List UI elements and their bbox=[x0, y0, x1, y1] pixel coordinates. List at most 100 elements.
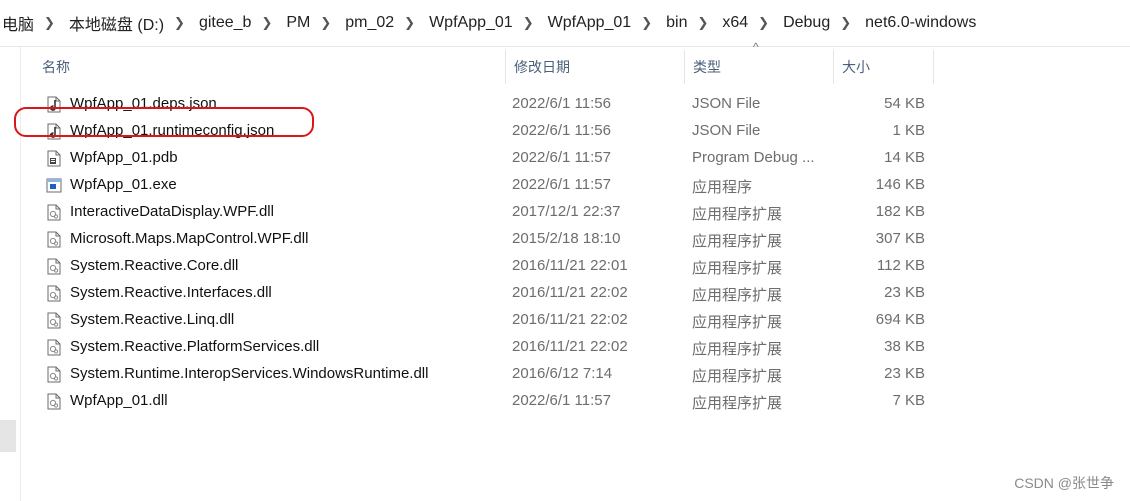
dll-file-icon bbox=[46, 393, 62, 410]
file-type: Program Debug ... bbox=[692, 149, 815, 166]
dll-file-icon bbox=[46, 258, 62, 275]
chevron-right-icon[interactable]: ❯ bbox=[834, 15, 863, 31]
file-size: 307 KB bbox=[875, 230, 925, 247]
chevron-right-icon[interactable]: ❯ bbox=[255, 15, 284, 31]
dll-file-icon bbox=[46, 312, 62, 329]
breadcrumb: 电脑 ❯ 本地磁盘 (D:) ❯ gitee_b ❯ PM ❯ pm_02 ❯ WpfApp_01 ❯… bbox=[0, 0, 1130, 47]
file-list: WpfApp_01.deps.json 2022/6/1 11:56 JSON Fi… bbox=[0, 91, 1130, 415]
file-size: 23 KB bbox=[884, 284, 925, 301]
chevron-right-icon[interactable]: ❯ bbox=[398, 15, 427, 31]
chevron-right-icon[interactable]: ❯ bbox=[635, 15, 664, 31]
file-row[interactable]: System.Reactive.Linq.dll 2016/11/21 22:02… bbox=[0, 307, 1130, 334]
file-modified-date: 2022/6/1 11:56 bbox=[512, 95, 611, 112]
file-type: 应用程序扩展 bbox=[692, 314, 783, 331]
file-size: 694 KB bbox=[875, 311, 925, 328]
breadcrumb-item-label: pm_02 bbox=[345, 14, 395, 31]
file-modified-date: 2016/6/12 7:14 bbox=[512, 365, 613, 382]
highlight-annotation bbox=[14, 107, 314, 137]
file-type: 应用程序扩展 bbox=[692, 233, 783, 250]
file-row[interactable]: Microsoft.Maps.MapControl.WPF.dll 2015/2/… bbox=[0, 226, 1130, 253]
file-size: 54 KB bbox=[884, 95, 925, 112]
file-row[interactable]: System.Reactive.Core.dll 2016/11/21 22:01… bbox=[0, 253, 1130, 280]
file-name: System.Reactive.PlatformServices.dll bbox=[70, 338, 320, 355]
file-modified-date: 2022/6/1 11:57 bbox=[512, 176, 611, 193]
breadcrumb-item[interactable]: Debug ❯ bbox=[781, 14, 863, 32]
file-name: WpfApp_01.pdb bbox=[70, 149, 178, 166]
breadcrumb-item[interactable]: x64 ❯ bbox=[720, 14, 781, 32]
file-name: WpfApp_01.exe bbox=[70, 176, 177, 193]
column-header-date[interactable]: 修改日期 bbox=[506, 50, 685, 84]
breadcrumb-item-label: PM bbox=[286, 14, 311, 31]
file-type: 应用程序扩展 bbox=[692, 395, 783, 412]
chevron-right-icon[interactable]: ❯ bbox=[38, 15, 67, 31]
breadcrumb-item-label: Debug bbox=[783, 14, 831, 31]
file-type: 应用程序扩展 bbox=[692, 260, 783, 277]
breadcrumb-item[interactable]: bin ❯ bbox=[664, 14, 720, 32]
file-type: 应用程序扩展 bbox=[692, 368, 783, 385]
breadcrumb-item-label: 电脑 bbox=[2, 17, 35, 34]
chevron-right-icon[interactable]: ❯ bbox=[752, 15, 781, 31]
file-size: 112 KB bbox=[876, 257, 925, 274]
dll-file-icon bbox=[46, 231, 62, 248]
file-row[interactable]: WpfApp_01.pdb 2022/6/1 11:57 Program Debug… bbox=[0, 145, 1130, 172]
sort-ascending-icon: ^ bbox=[753, 40, 759, 54]
file-type: 应用程序 bbox=[692, 179, 753, 196]
file-modified-date: 2015/2/18 18:10 bbox=[512, 230, 621, 247]
file-modified-date: 2017/12/1 22:37 bbox=[512, 203, 621, 220]
column-header-size[interactable]: 大小 bbox=[834, 50, 934, 84]
file-modified-date: 2022/6/1 11:57 bbox=[512, 392, 611, 409]
file-name: System.Reactive.Interfaces.dll bbox=[70, 284, 272, 301]
breadcrumb-item-label: WpfApp_01 bbox=[429, 14, 513, 31]
chevron-right-icon[interactable]: ❯ bbox=[691, 15, 720, 31]
column-header-type[interactable]: 类型 ^ bbox=[685, 40, 834, 84]
file-size: 38 KB bbox=[884, 338, 925, 355]
breadcrumb-item[interactable]: PM ❯ bbox=[284, 14, 343, 32]
chevron-right-icon[interactable]: ❯ bbox=[168, 15, 197, 31]
file-row[interactable]: InteractiveDataDisplay.WPF.dll 2017/12/1 … bbox=[0, 199, 1130, 226]
file-name: System.Reactive.Core.dll bbox=[70, 257, 239, 274]
file-name: InteractiveDataDisplay.WPF.dll bbox=[70, 203, 274, 220]
chevron-right-icon[interactable]: ❯ bbox=[314, 15, 343, 31]
dll-file-icon bbox=[46, 285, 62, 302]
file-modified-date: 2016/11/21 22:02 bbox=[512, 338, 628, 355]
file-name: System.Runtime.InteropServices.WindowsRu… bbox=[70, 365, 429, 382]
file-row[interactable]: WpfApp_01.exe 2022/6/1 11:57 应用程序 146 KB bbox=[0, 172, 1130, 199]
file-row[interactable]: System.Reactive.Interfaces.dll 2016/11/21… bbox=[0, 280, 1130, 307]
file-type: JSON File bbox=[692, 122, 761, 139]
dll-file-icon bbox=[46, 339, 62, 356]
file-type: JSON File bbox=[692, 95, 761, 112]
file-modified-date: 2016/11/21 22:02 bbox=[512, 311, 628, 328]
file-name: WpfApp_01.dll bbox=[70, 392, 168, 409]
breadcrumb-item[interactable]: WpfApp_01 ❯ bbox=[546, 14, 665, 32]
watermark: CSDN @张世争 bbox=[1014, 475, 1114, 491]
file-size: 146 KB bbox=[875, 176, 925, 193]
breadcrumb-item[interactable]: 本地磁盘 (D:) ❯ bbox=[67, 11, 197, 35]
breadcrumb-item-label: x64 bbox=[722, 14, 749, 31]
file-size: 7 KB bbox=[892, 392, 925, 409]
breadcrumb-item[interactable]: pm_02 ❯ bbox=[343, 14, 427, 32]
file-row[interactable]: System.Runtime.InteropServices.WindowsRu… bbox=[0, 361, 1130, 388]
file-size: 14 KB bbox=[884, 149, 925, 166]
file-name: Microsoft.Maps.MapControl.WPF.dll bbox=[70, 230, 309, 247]
file-type: 应用程序扩展 bbox=[692, 341, 783, 358]
file-size: 182 KB bbox=[875, 203, 925, 220]
file-type: 应用程序扩展 bbox=[692, 287, 783, 304]
breadcrumb-item-label: gitee_b bbox=[198, 14, 252, 31]
breadcrumb-item-label: net6.0-windows bbox=[865, 14, 977, 31]
column-header-name[interactable]: 名称 bbox=[34, 50, 506, 84]
breadcrumb-item[interactable]: net6.0-windows bbox=[863, 14, 980, 32]
file-row[interactable]: WpfApp_01.dll 2022/6/1 11:57 应用程序扩展 7 KB bbox=[0, 388, 1130, 415]
chevron-right-icon[interactable]: ❯ bbox=[517, 15, 546, 31]
breadcrumb-item[interactable]: gitee_b ❯ bbox=[197, 14, 284, 32]
file-size: 1 KB bbox=[892, 122, 925, 139]
file-type: 应用程序扩展 bbox=[692, 206, 783, 223]
nav-pane-selected-item[interactable] bbox=[0, 420, 16, 452]
breadcrumb-item-label: WpfApp_01 bbox=[547, 14, 632, 31]
breadcrumb-item[interactable]: WpfApp_01 ❯ bbox=[427, 14, 546, 32]
file-row[interactable]: System.Reactive.PlatformServices.dll 2016… bbox=[0, 334, 1130, 361]
column-header-row: 名称 修改日期 类型 ^ 大小 bbox=[34, 40, 934, 84]
breadcrumb-item[interactable]: 电脑 ❯ bbox=[0, 11, 67, 35]
column-header-type-label: 类型 bbox=[693, 59, 721, 75]
file-modified-date: 2022/6/1 11:57 bbox=[512, 149, 611, 166]
exe-file-icon bbox=[46, 177, 62, 194]
